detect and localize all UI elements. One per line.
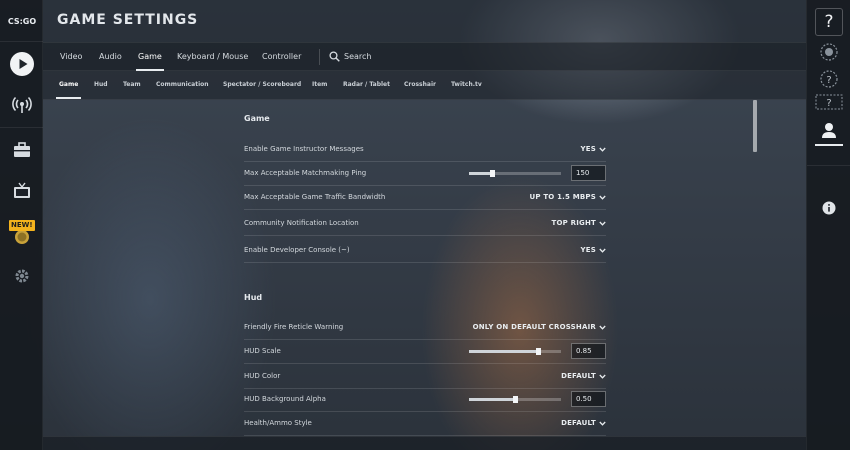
setting-row-health-ammo-style[interactable]: Health/Ammo Style DEFAULT	[244, 412, 606, 436]
slider-handle[interactable]	[513, 396, 518, 403]
ping-slider[interactable]	[469, 170, 561, 177]
left-sidebar: CS:GO NEW!	[0, 0, 43, 450]
inventory-briefcase-icon[interactable]	[11, 139, 33, 161]
setting-row-traffic-bandwidth[interactable]: Max Acceptable Game Traffic Bandwidth UP…	[244, 186, 606, 210]
new-badge: NEW!	[9, 220, 35, 231]
chevron-down-icon[interactable]	[599, 247, 606, 254]
slider-fill	[469, 172, 492, 175]
chevron-down-icon[interactable]	[599, 146, 606, 153]
right-sidebar-divider	[807, 165, 850, 166]
active-indicator	[815, 144, 843, 146]
hud-scale-slider[interactable]	[469, 348, 561, 355]
tab-video[interactable]: Video	[60, 43, 82, 71]
subtab-item[interactable]: Item	[312, 71, 327, 99]
chevron-down-icon[interactable]	[599, 194, 606, 201]
setting-label: Friendly Fire Reticle Warning	[244, 323, 344, 331]
setting-label: Health/Ammo Style	[244, 419, 312, 427]
page-title: GAME SETTINGS	[57, 12, 199, 28]
right-sidebar: ? ? ?	[806, 0, 850, 450]
ping-input[interactable]	[571, 165, 606, 181]
search-label: Search	[344, 52, 372, 61]
unknown-level-icon[interactable]: ?	[815, 94, 843, 110]
subtab-communication[interactable]: Communication	[156, 71, 209, 99]
csgo-logo: CS:GO	[7, 17, 37, 26]
search-icon	[329, 51, 340, 62]
tab-keyboard-mouse[interactable]: Keyboard / Mouse	[177, 43, 248, 71]
subtab-team[interactable]: Team	[123, 71, 141, 99]
dropdown-value[interactable]: YES	[581, 246, 597, 254]
chevron-down-icon[interactable]	[599, 220, 606, 227]
dropdown-value[interactable]: UP TO 1.5 MBPS	[529, 193, 596, 201]
content-scrollbar[interactable]	[753, 100, 757, 152]
subtab-hud[interactable]: Hud	[94, 71, 108, 99]
hud-alpha-input[interactable]	[571, 391, 606, 407]
sidebar-divider	[0, 127, 43, 128]
setting-label: HUD Scale	[244, 347, 281, 355]
settings-tabs: Video Audio Game Keyboard / Mouse Contro…	[43, 42, 806, 71]
setting-row-notification-location[interactable]: Community Notification Location TOP RIGH…	[244, 212, 606, 236]
subtab-twitch-tv[interactable]: Twitch.tv	[451, 71, 482, 99]
dropdown-value[interactable]: YES	[581, 145, 597, 153]
dropdown-value[interactable]: TOP RIGHT	[552, 219, 596, 227]
play-icon	[19, 59, 28, 69]
chevron-down-icon[interactable]	[599, 373, 606, 380]
hud-alpha-slider[interactable]	[469, 396, 561, 403]
search-button[interactable]: Search	[329, 43, 371, 71]
hud-scale-input[interactable]	[571, 343, 606, 359]
setting-label: Max Acceptable Matchmaking Ping	[244, 169, 367, 177]
setting-row-hud-color[interactable]: HUD Color DEFAULT	[244, 365, 606, 389]
slider-fill	[469, 398, 515, 401]
dropdown-value[interactable]: ONLY ON DEFAULT CROSSHAIR	[473, 323, 596, 331]
rank-badge-icon[interactable]	[819, 42, 839, 62]
section-title-hud: Hud	[244, 293, 263, 302]
setting-row-developer-console[interactable]: Enable Developer Console (~) YES	[244, 239, 606, 263]
setting-label: HUD Color	[244, 372, 281, 380]
setting-row-hud-scale[interactable]: HUD Scale	[244, 340, 606, 364]
play-button[interactable]	[10, 52, 34, 76]
setting-label: Max Acceptable Game Traffic Bandwidth	[244, 193, 386, 201]
friends-tab[interactable]	[807, 120, 850, 146]
gear-icon[interactable]	[11, 265, 33, 287]
info-icon[interactable]	[822, 201, 836, 215]
setting-label: Community Notification Location	[244, 219, 359, 227]
setting-row-friendly-fire-warning[interactable]: Friendly Fire Reticle Warning ONLY ON DE…	[244, 316, 606, 340]
tab-game[interactable]: Game	[136, 43, 164, 71]
setting-label: Enable Game Instructor Messages	[244, 145, 364, 153]
section-title-game: Game	[244, 114, 270, 123]
bottom-bar	[43, 436, 806, 450]
chevron-down-icon[interactable]	[599, 324, 606, 331]
tab-controller[interactable]: Controller	[262, 43, 301, 71]
setting-row-matchmaking-ping[interactable]: Max Acceptable Matchmaking Ping	[244, 162, 606, 186]
subtab-radar-tablet[interactable]: Radar / Tablet	[343, 71, 390, 99]
subcategory-tabs: Game Hud Team Communication Spectator / …	[43, 71, 806, 100]
settings-content: Game Enable Game Instructor Messages YES…	[43, 100, 806, 436]
watch-tv-icon[interactable]	[11, 180, 33, 202]
user-profile-icon	[822, 123, 836, 138]
broadcast-icon[interactable]	[11, 94, 33, 116]
chevron-down-icon[interactable]	[599, 420, 606, 427]
setting-label: HUD Background Alpha	[244, 395, 326, 403]
tab-audio[interactable]: Audio	[99, 43, 122, 71]
subtab-game[interactable]: Game	[55, 71, 82, 99]
dropdown-value[interactable]: DEFAULT	[561, 372, 596, 380]
svg-text:?: ?	[826, 98, 831, 109]
tabs-divider	[319, 49, 320, 65]
logo-divider	[0, 41, 43, 42]
slider-handle[interactable]	[536, 348, 541, 355]
header: GAME SETTINGS	[43, 0, 806, 42]
subtab-crosshair[interactable]: Crosshair	[404, 71, 436, 99]
slider-fill	[469, 350, 538, 353]
setting-label: Enable Developer Console (~)	[244, 246, 350, 254]
help-question-icon[interactable]: ?	[815, 8, 843, 36]
slider-handle[interactable]	[490, 170, 495, 177]
subtab-spectator-scoreboard[interactable]: Spectator / Scoreboard	[223, 71, 301, 99]
setting-row-game-instructor[interactable]: Enable Game Instructor Messages YES	[244, 138, 606, 162]
svg-text:?: ?	[826, 75, 831, 86]
unknown-rank-icon[interactable]: ?	[819, 69, 839, 89]
setting-row-hud-background-alpha[interactable]: HUD Background Alpha	[244, 388, 606, 412]
dropdown-value[interactable]: DEFAULT	[561, 419, 596, 427]
